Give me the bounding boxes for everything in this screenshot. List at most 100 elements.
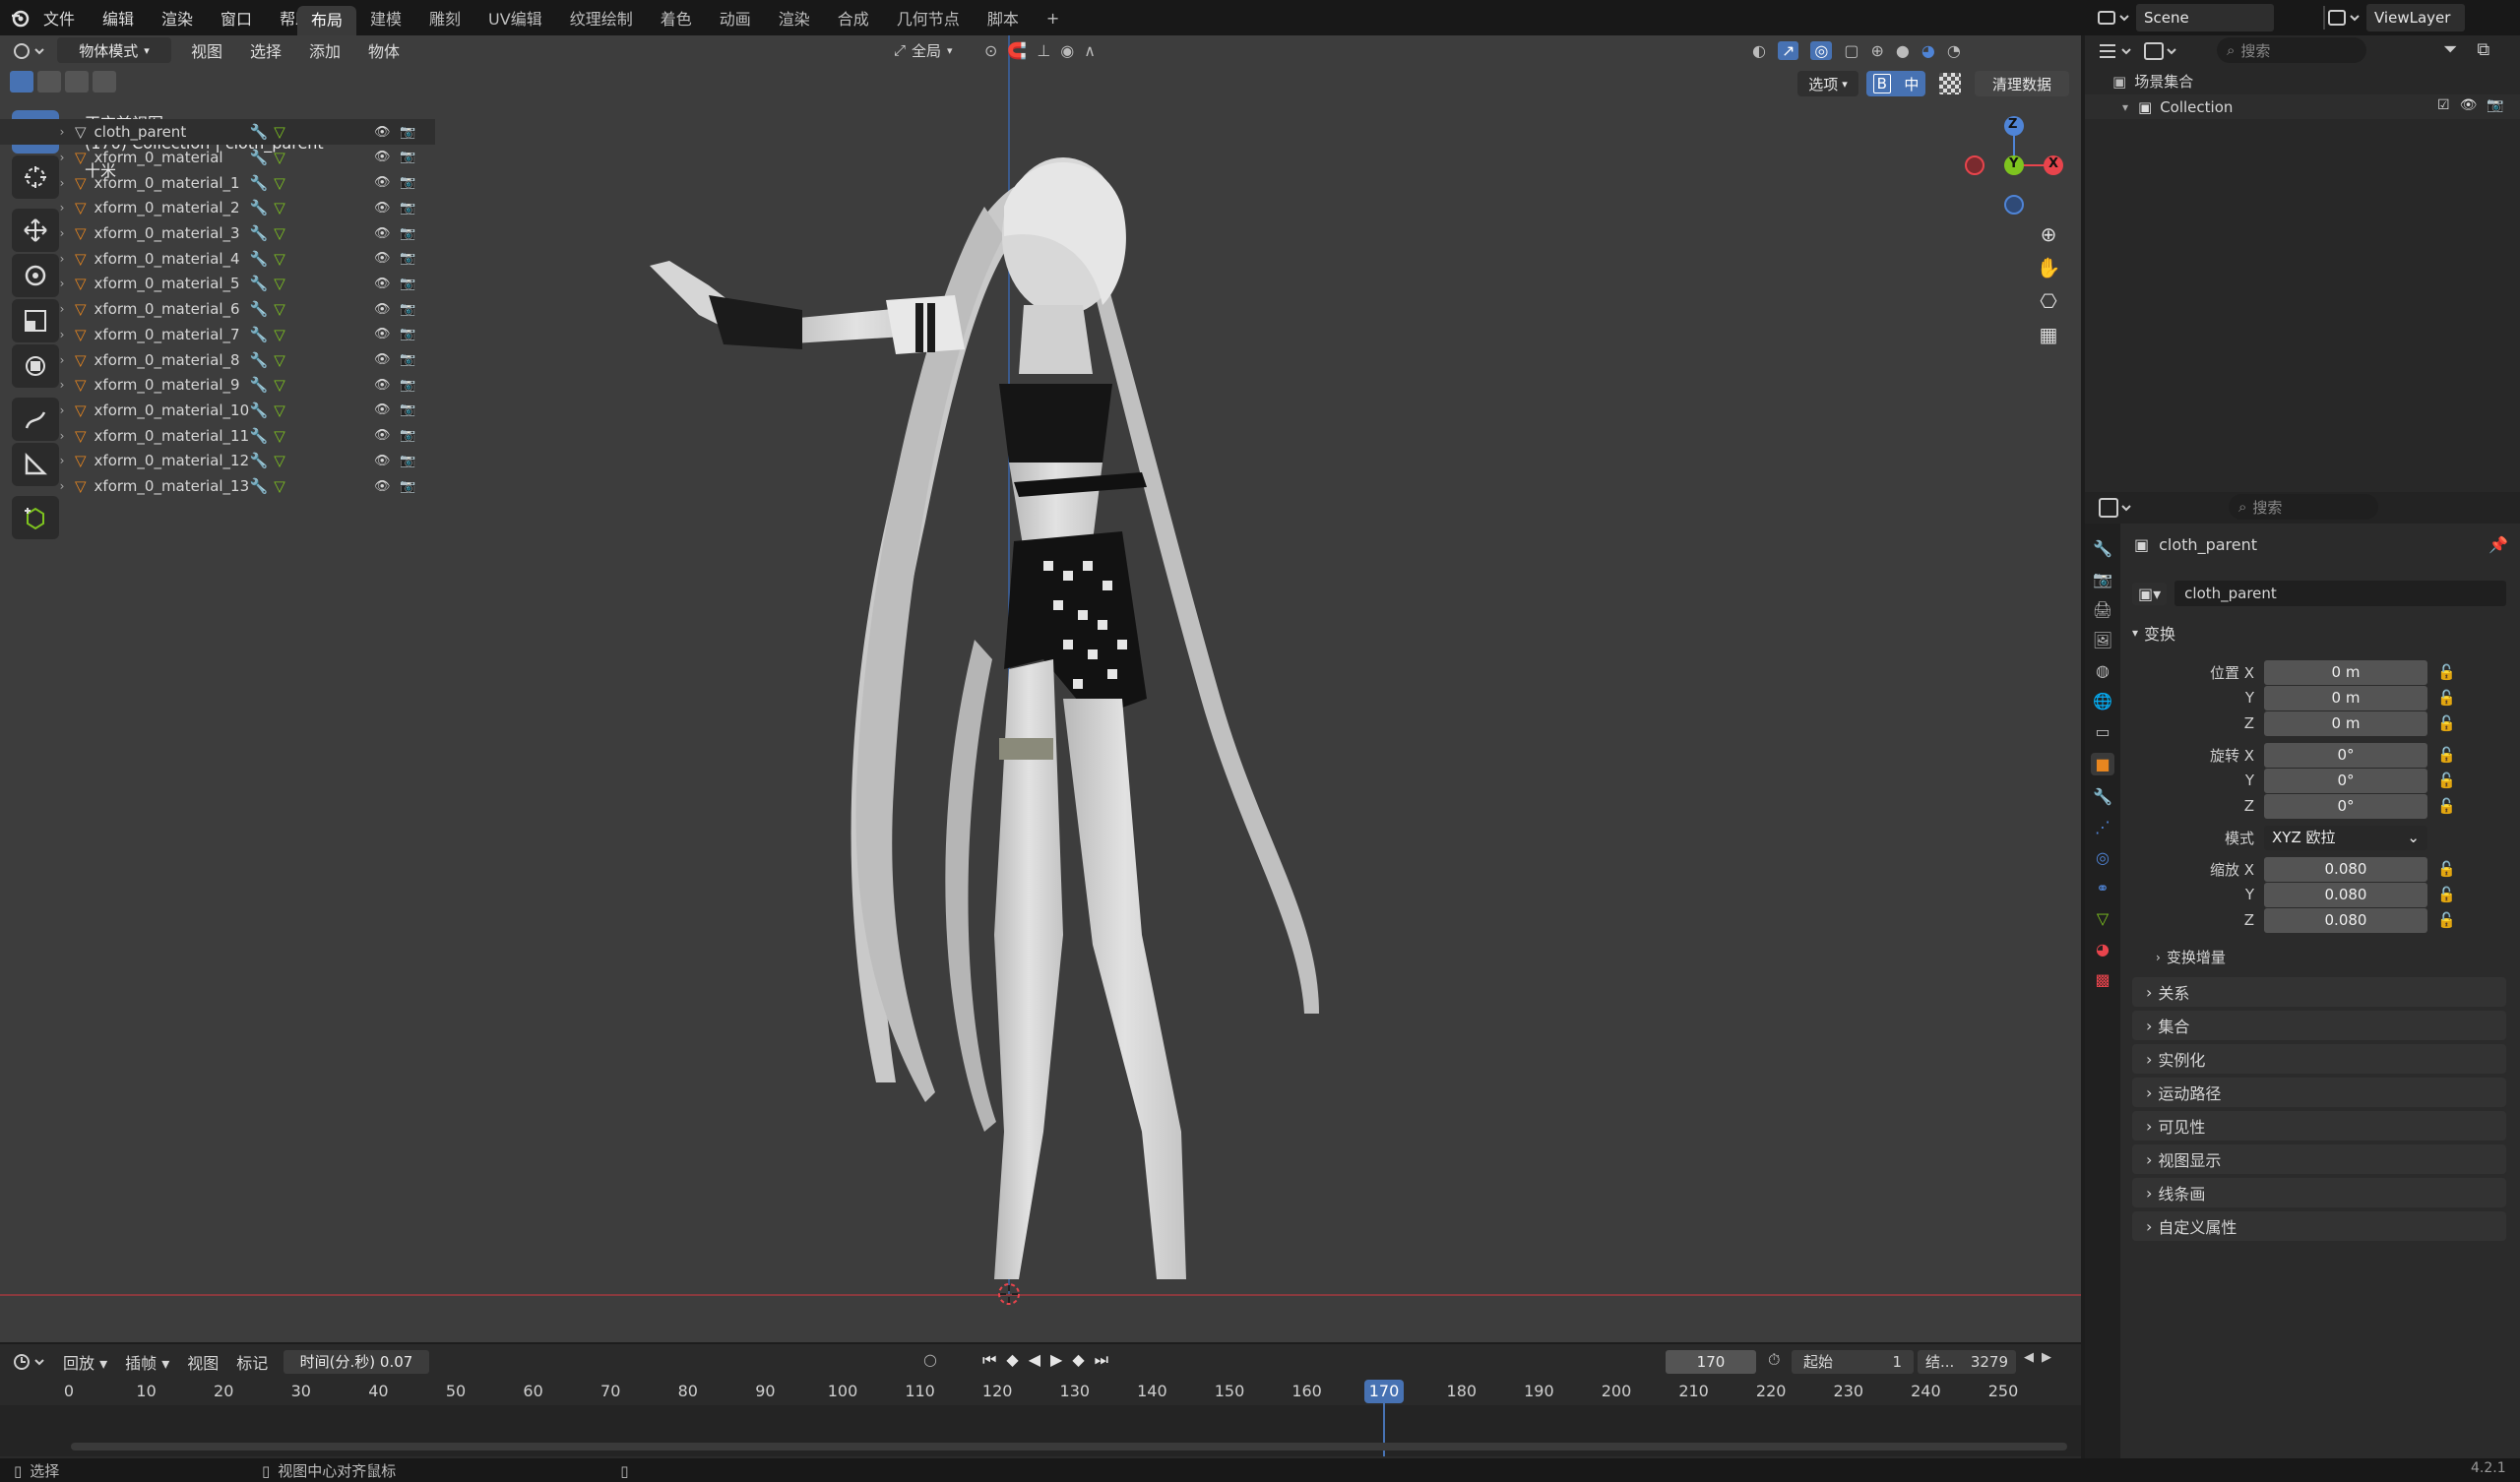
modifier-icon[interactable]: 🔧 (250, 452, 269, 469)
eye-icon[interactable]: 👁 (374, 454, 391, 468)
mode-dropdown[interactable]: 物体模式 ▾ (57, 37, 171, 63)
outliner-item-row[interactable]: › ▽ xform_0_material_1 🔧 ▽ 👁 📷 (0, 170, 435, 196)
mesh-data-icon[interactable]: ▽ (274, 275, 285, 292)
delta-transform-subpanel[interactable]: › 变换增量 (2156, 947, 2226, 967)
data-tab-icon[interactable]: ▽ (2097, 909, 2109, 928)
prev-frame-icon[interactable]: ◀ (2024, 1350, 2034, 1365)
chevron-right-icon[interactable]: › (55, 176, 69, 190)
view-layer-field[interactable]: ViewLayer (2366, 4, 2465, 31)
marker-menu[interactable]: 标记 (236, 1350, 268, 1374)
navigation-gizmo[interactable]: Z X Y (1959, 110, 2069, 220)
jump-start-icon[interactable]: ⏮ (982, 1350, 996, 1370)
zoom-icon[interactable]: ⊕ (2041, 222, 2057, 246)
modifier-tab-icon[interactable]: 🔧 (2093, 787, 2112, 806)
chevron-right-icon[interactable]: › (55, 151, 69, 164)
play-reverse-icon[interactable]: ◀ (1029, 1350, 1040, 1370)
grid-ortho-icon[interactable]: ▦ (2040, 323, 2058, 346)
collection-tab-icon[interactable]: ▭ (2095, 722, 2110, 741)
outliner-item-label[interactable]: xform_0_material_10 (94, 401, 250, 419)
mesh-data-icon[interactable]: ▽ (274, 477, 285, 495)
pin-icon[interactable]: 📌 (2488, 535, 2508, 554)
outliner-item-row[interactable]: › ▽ xform_0_material 🔧 ▽ 👁 📷 (0, 145, 435, 170)
menu-object[interactable]: 物体 (354, 38, 413, 62)
character-model[interactable] (630, 148, 1378, 1289)
chevron-right-icon[interactable]: › (55, 125, 69, 139)
properties-search[interactable]: ⌕ 搜索 (2229, 494, 2378, 520)
snap-target-icon[interactable]: ⊥ (1037, 41, 1050, 60)
eye-icon[interactable]: 👁 (374, 352, 391, 367)
3d-cursor-icon[interactable] (996, 1281, 1022, 1307)
view-layer-tab-icon[interactable]: 🖼 (2093, 631, 2112, 649)
outliner-item-row[interactable]: › ▽ xform_0_material_8 🔧 ▽ 👁 📷 (0, 347, 435, 373)
pan-hand-icon[interactable]: ✋ (2037, 256, 2061, 279)
current-frame-field[interactable]: 170 (1666, 1350, 1756, 1374)
menu-add[interactable]: 添加 (295, 38, 354, 62)
playhead-frame[interactable]: 170 (1364, 1380, 1404, 1403)
chevron-right-icon[interactable]: › (55, 353, 69, 367)
chevron-right-icon[interactable]: › (55, 252, 69, 266)
chevron-right-icon[interactable]: › (55, 201, 69, 215)
outliner-item-label[interactable]: xform_0_material_11 (94, 427, 250, 445)
camera-render-icon[interactable]: 📷 (400, 277, 415, 291)
outliner-item-label[interactable]: xform_0_material_4 (94, 250, 242, 268)
object-name-field[interactable]: cloth_parent (2174, 581, 2506, 606)
physics-tab-icon[interactable]: ◎ (2096, 848, 2110, 867)
purge-data-button[interactable]: 清理数据 (1975, 71, 2069, 96)
outliner-item-row[interactable]: › ▽ xform_0_material_4 🔧 ▽ 👁 📷 (0, 246, 435, 272)
xray-icon[interactable]: ▢ (1844, 41, 1858, 60)
camera-render-icon[interactable]: 📷 (400, 302, 415, 317)
eye-icon[interactable]: 👁 (374, 428, 391, 443)
camera-render-icon[interactable]: 📷 (2487, 97, 2503, 113)
lock-icon[interactable]: 🔓 (2437, 860, 2456, 878)
tab-modeling[interactable]: 建模 (356, 6, 415, 30)
wireframe-shading-icon[interactable]: ⊕ (1870, 41, 1883, 60)
eye-icon[interactable]: 👁 (374, 251, 391, 266)
outliner-item-row[interactable]: › ▽ xform_0_material_2 🔧 ▽ 👁 📷 (0, 196, 435, 221)
tab-geometry-nodes[interactable]: 几何节点 (883, 6, 974, 30)
constraints-tab-icon[interactable]: ⚭ (2096, 879, 2109, 897)
add-cube-tool-icon[interactable] (12, 496, 59, 539)
chevron-right-icon[interactable]: › (55, 403, 69, 417)
relations-panel[interactable]: › 关系 (2132, 977, 2506, 1007)
modifier-icon[interactable]: 🔧 (250, 401, 269, 419)
rendered-shading-icon[interactable]: ◔ (1947, 41, 1961, 60)
render-tab-icon[interactable]: 📷 (2093, 570, 2112, 588)
transform-orientation-dropdown[interactable]: ⤢ 全局 ▾ (894, 37, 980, 63)
outliner-item-row[interactable]: › ▽ xform_0_material_13 🔧 ▽ 👁 📷 (0, 473, 435, 499)
mesh-data-icon[interactable]: ▽ (274, 351, 285, 369)
outliner-item-row[interactable]: › ▽ xform_0_material_3 🔧 ▽ 👁 📷 (0, 220, 435, 246)
lock-icon[interactable]: 🔓 (2437, 663, 2456, 681)
tab-uv-editing[interactable]: UV编辑 (474, 6, 556, 30)
particles-tab-icon[interactable]: ⋰ (2095, 818, 2110, 836)
location-z-field[interactable]: 0 m (2264, 710, 2427, 736)
mesh-data-icon[interactable]: ▽ (274, 401, 285, 419)
tool-tab-icon[interactable]: 🔧 (2093, 539, 2112, 558)
camera-render-icon[interactable]: 📷 (400, 479, 415, 494)
camera-render-icon[interactable]: 📷 (400, 226, 415, 241)
mesh-data-icon[interactable]: ▽ (274, 326, 285, 343)
viewport-display-panel[interactable]: › 视图显示 (2132, 1144, 2506, 1174)
tab-compositing[interactable]: 合成 (824, 6, 883, 30)
transform-panel-header[interactable]: ▾ 变换 (2132, 618, 2506, 648)
mesh-data-icon[interactable]: ▽ (274, 250, 285, 268)
outliner-item-row[interactable]: › ▽ xform_0_material_9 🔧 ▽ 👁 📷 (0, 372, 435, 398)
camera-render-icon[interactable]: 📷 (400, 402, 415, 417)
tab-scripting[interactable]: 脚本 (974, 6, 1033, 30)
camera-icon[interactable]: ⎔ (2040, 289, 2056, 313)
play-icon[interactable]: ▶ (1050, 1350, 1062, 1370)
modifier-icon[interactable]: 🔧 (250, 351, 269, 369)
scene-icon[interactable] (2095, 6, 2134, 30)
select-new-icon[interactable] (10, 71, 33, 93)
lock-icon[interactable]: 🔓 (2437, 772, 2456, 789)
stopwatch-icon[interactable]: ⏱ (1768, 1350, 1780, 1370)
modifier-icon[interactable]: 🔧 (250, 300, 269, 318)
outliner-item-row[interactable]: › ▽ cloth_parent 🔧 ▽ 👁 📷 (0, 119, 435, 146)
overlay-toggle-icon[interactable]: ◎ (1810, 40, 1833, 60)
collections-panel[interactable]: › 集合 (2132, 1011, 2506, 1040)
lock-icon[interactable]: 🔓 (2437, 746, 2456, 764)
camera-render-icon[interactable]: 📷 (400, 327, 415, 341)
outliner-item-row[interactable]: › ▽ xform_0_material_6 🔧 ▽ 👁 📷 (0, 296, 435, 322)
scene-field[interactable]: Scene (2136, 4, 2274, 31)
view-layer-icon[interactable] (2325, 6, 2364, 30)
outliner-item-row[interactable]: › ▽ xform_0_material_12 🔧 ▽ 👁 📷 (0, 449, 435, 474)
